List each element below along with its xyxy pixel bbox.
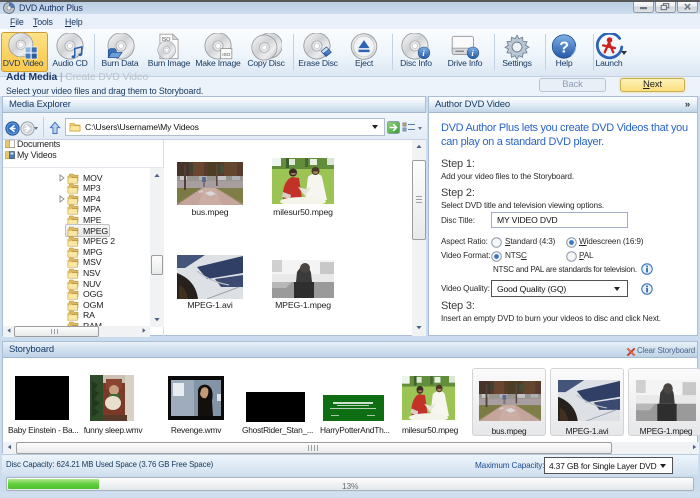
svg-text:?: ?: [559, 39, 569, 56]
